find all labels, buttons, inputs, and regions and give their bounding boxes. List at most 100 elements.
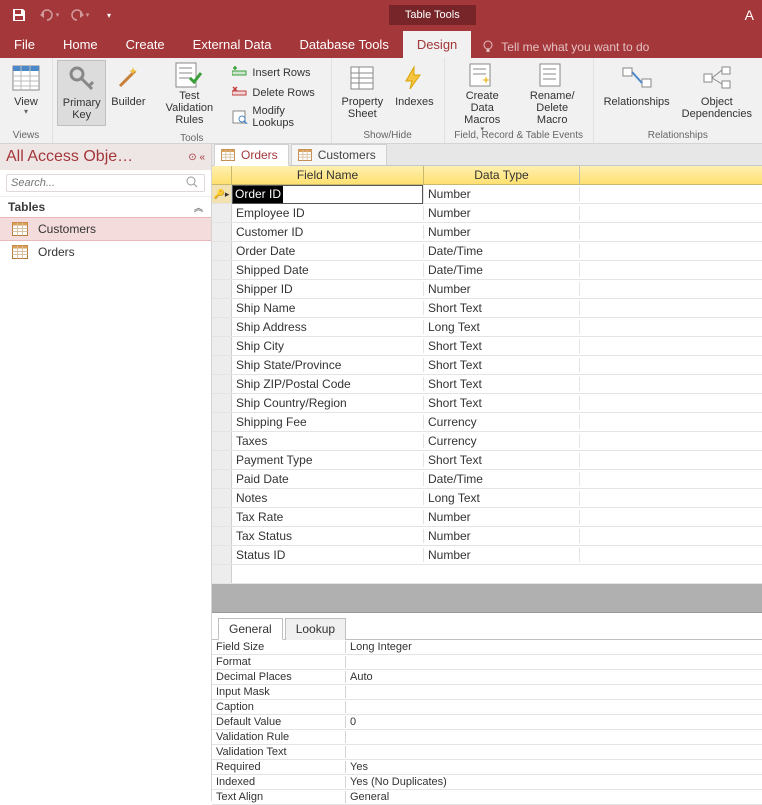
field-name-cell[interactable]: Payment Type: [232, 453, 424, 467]
field-row[interactable]: Customer IDNumber: [212, 223, 762, 242]
splitter[interactable]: [212, 584, 762, 612]
field-row[interactable]: Payment TypeShort Text: [212, 451, 762, 470]
nav-group-tables[interactable]: Tables ︽: [0, 196, 211, 217]
data-type-cell[interactable]: Number: [424, 548, 580, 562]
tab-design[interactable]: Design: [403, 31, 471, 58]
field-row[interactable]: 🔑▸Order IDNumber: [212, 185, 762, 204]
tab-external-data[interactable]: External Data: [179, 31, 286, 58]
search-input[interactable]: [11, 177, 186, 189]
property-value[interactable]: Yes: [346, 761, 762, 773]
data-type-cell[interactable]: Long Text: [424, 491, 580, 505]
field-name-cell[interactable]: Ship State/Province: [232, 358, 424, 372]
row-selector[interactable]: [212, 413, 232, 431]
row-selector[interactable]: [212, 394, 232, 412]
field-row[interactable]: TaxesCurrency: [212, 432, 762, 451]
property-sheet-button[interactable]: Property Sheet: [336, 60, 390, 126]
data-type-cell[interactable]: Currency: [424, 434, 580, 448]
field-name-cell[interactable]: Shipper ID: [232, 282, 424, 296]
col-data-type[interactable]: Data Type: [424, 166, 580, 184]
field-name-cell[interactable]: Tax Rate: [232, 510, 424, 524]
row-selector[interactable]: [212, 242, 232, 260]
indexes-button[interactable]: Indexes: [389, 60, 440, 126]
insert-rows-button[interactable]: Insert Rows: [228, 64, 326, 82]
relationships-button[interactable]: Relationships: [598, 60, 676, 126]
doc-tab-orders[interactable]: Orders: [214, 144, 289, 166]
field-row[interactable]: Employee IDNumber: [212, 204, 762, 223]
row-selector[interactable]: [212, 546, 232, 564]
undo-button[interactable]: ▾: [36, 2, 62, 28]
property-row[interactable]: Caption: [212, 700, 762, 715]
data-type-cell[interactable]: Currency: [424, 415, 580, 429]
field-name-cell[interactable]: Customer ID: [232, 225, 424, 239]
object-dependencies-button[interactable]: Object Dependencies: [676, 60, 758, 126]
property-row[interactable]: Validation Text: [212, 745, 762, 760]
field-row[interactable]: Tax RateNumber: [212, 508, 762, 527]
redo-button[interactable]: ▾: [66, 2, 92, 28]
row-selector[interactable]: [212, 356, 232, 374]
row-selector[interactable]: [212, 489, 232, 507]
data-type-cell[interactable]: Short Text: [424, 377, 580, 391]
field-name-cell[interactable]: Paid Date: [232, 472, 424, 486]
property-row[interactable]: IndexedYes (No Duplicates): [212, 775, 762, 790]
tab-file[interactable]: File: [0, 31, 49, 58]
field-row[interactable]: Status IDNumber: [212, 546, 762, 565]
data-type-cell[interactable]: Short Text: [424, 453, 580, 467]
field-row-empty[interactable]: [212, 565, 762, 584]
field-row[interactable]: Ship Country/RegionShort Text: [212, 394, 762, 413]
property-row[interactable]: Default Value0: [212, 715, 762, 730]
tab-create[interactable]: Create: [112, 31, 179, 58]
row-selector[interactable]: [212, 451, 232, 469]
field-row[interactable]: Ship State/ProvinceShort Text: [212, 356, 762, 375]
nav-item-customers[interactable]: Customers: [0, 217, 211, 241]
tab-home[interactable]: Home: [49, 31, 112, 58]
property-row[interactable]: Validation Rule: [212, 730, 762, 745]
field-name-cell[interactable]: Ship Address: [232, 320, 424, 334]
field-name-cell[interactable]: Notes: [232, 491, 424, 505]
modify-lookups-button[interactable]: Modify Lookups: [228, 104, 326, 130]
tab-database-tools[interactable]: Database Tools: [285, 31, 402, 58]
property-value[interactable]: Auto: [346, 671, 762, 683]
rename-delete-macro-button[interactable]: Rename/ Delete Macro: [516, 60, 589, 126]
property-row[interactable]: Decimal PlacesAuto: [212, 670, 762, 685]
data-type-cell[interactable]: Short Text: [424, 339, 580, 353]
property-row[interactable]: Format: [212, 655, 762, 670]
property-value[interactable]: Long Integer: [346, 641, 762, 653]
field-row[interactable]: NotesLong Text: [212, 489, 762, 508]
property-row[interactable]: Text AlignGeneral: [212, 790, 762, 805]
property-value[interactable]: Yes (No Duplicates): [346, 776, 762, 788]
row-selector[interactable]: [212, 337, 232, 355]
data-type-cell[interactable]: Number: [424, 510, 580, 524]
property-row[interactable]: Input Mask: [212, 685, 762, 700]
property-value[interactable]: 0: [346, 716, 762, 728]
field-name-cell[interactable]: Taxes: [232, 434, 424, 448]
data-type-cell[interactable]: Date/Time: [424, 263, 580, 277]
field-name-cell[interactable]: Ship Name: [232, 301, 424, 315]
data-type-cell[interactable]: Number: [424, 282, 580, 296]
row-selector[interactable]: [212, 299, 232, 317]
row-selector[interactable]: [212, 223, 232, 241]
tell-me-search[interactable]: Tell me what you want to do: [471, 40, 659, 58]
property-value[interactable]: General: [346, 791, 762, 803]
save-button[interactable]: [6, 2, 32, 28]
nav-item-orders[interactable]: Orders: [0, 241, 211, 263]
field-name-cell[interactable]: Ship City: [232, 339, 424, 353]
data-type-cell[interactable]: Short Text: [424, 396, 580, 410]
field-name-cell[interactable]: Tax Status: [232, 529, 424, 543]
data-type-cell[interactable]: Number: [424, 529, 580, 543]
row-selector[interactable]: 🔑▸: [212, 185, 232, 203]
prop-tab-lookup[interactable]: Lookup: [285, 618, 346, 640]
field-row[interactable]: Shipping FeeCurrency: [212, 413, 762, 432]
row-selector[interactable]: [212, 527, 232, 545]
builder-button[interactable]: Builder: [106, 60, 150, 126]
qat-customize-button[interactable]: ▾: [96, 2, 122, 28]
field-name-cell[interactable]: Order Date: [232, 244, 424, 258]
row-selector[interactable]: [212, 375, 232, 393]
data-type-cell[interactable]: Number: [424, 225, 580, 239]
primary-key-button[interactable]: Primary Key: [57, 60, 106, 126]
row-selector[interactable]: [212, 470, 232, 488]
field-name-cell[interactable]: Shipped Date: [232, 263, 424, 277]
data-type-cell[interactable]: Short Text: [424, 358, 580, 372]
field-name-cell[interactable]: Ship Country/Region: [232, 396, 424, 410]
row-selector[interactable]: [212, 280, 232, 298]
field-name-cell[interactable]: Employee ID: [232, 206, 424, 220]
